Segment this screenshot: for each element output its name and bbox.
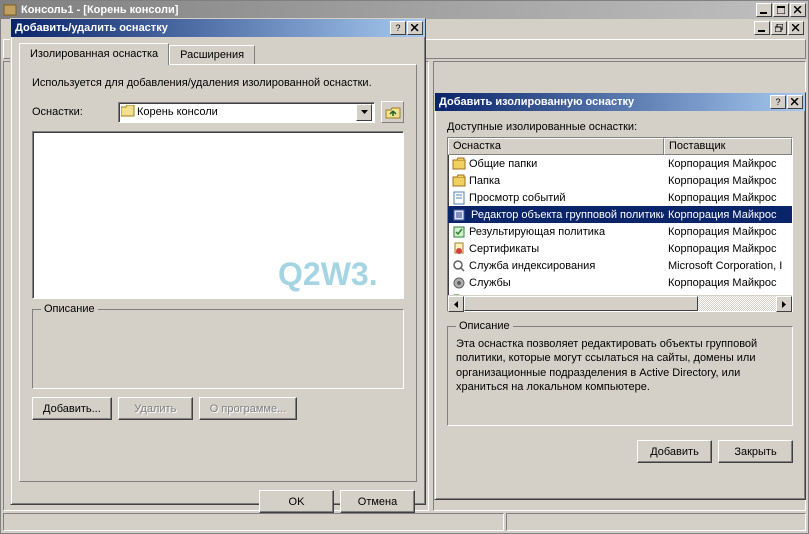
snapins-label: Оснастки: — [32, 106, 112, 118]
available-label: Доступные изолированные оснастки: — [447, 121, 793, 133]
list-item-name: Редактор объекта групповой политики — [469, 208, 664, 222]
list-item-vendor: Корпорация Майкрос — [664, 243, 792, 255]
horizontal-scrollbar[interactable] — [448, 295, 792, 311]
list-item[interactable]: Сертификаты Корпорация Майкрос — [448, 240, 792, 257]
index-icon — [452, 259, 466, 273]
eventlog-icon — [452, 191, 466, 205]
list-item[interactable]: Службы компонентов Microsoft Corporation — [448, 291, 792, 295]
list-item[interactable]: Папка Корпорация Майкрос — [448, 172, 792, 189]
add-button[interactable]: Добавить... — [32, 397, 112, 420]
cert-icon — [452, 242, 466, 256]
list-item-name: Общие папки — [469, 158, 537, 170]
list-item-name: Сертификаты — [469, 243, 539, 255]
list-item-name: Служба индексирования — [469, 260, 595, 272]
list-item-vendor: Microsoft Corporation, I — [664, 260, 792, 272]
remove-button: Удалить — [118, 397, 193, 420]
list-item-vendor: Корпорация Майкрос — [664, 192, 792, 204]
list-item-name: Результирующая политика — [469, 226, 605, 238]
comp-icon — [452, 293, 466, 296]
dialog2-title: Добавить изолированную оснастку — [437, 96, 770, 108]
mdi-close-button[interactable] — [788, 21, 804, 35]
about-button: О программе... — [199, 397, 297, 420]
column-snapin[interactable]: Оснастка — [448, 138, 664, 155]
close-button[interactable] — [790, 3, 806, 17]
list-item-vendor: Корпорация Майкрос — [664, 209, 792, 221]
list-item-vendor: Microsoft Corporation — [664, 294, 792, 296]
description-group-label: Описание — [41, 303, 98, 315]
help-button[interactable]: ? — [390, 21, 406, 35]
close-button[interactable]: Закрыть — [718, 440, 793, 463]
list-item[interactable]: Службы Корпорация Майкрос — [448, 274, 792, 291]
list-item[interactable]: Просмотр событий Корпорация Майкрос — [448, 189, 792, 206]
description-group-label: Описание — [456, 320, 513, 332]
folder-up-button[interactable] — [381, 101, 404, 123]
add-standalone-snapin-dialog: Добавить изолированную оснастку ? Доступ… — [434, 92, 806, 500]
list-item-name: Службы компонентов — [469, 294, 580, 296]
list-item-vendor: Корпорация Майкрос — [664, 175, 792, 187]
dialog2-titlebar[interactable]: Добавить изолированную оснастку ? — [435, 93, 805, 111]
cancel-button[interactable]: Отмена — [340, 490, 415, 513]
services-icon — [452, 276, 466, 290]
ok-button[interactable]: OK — [259, 490, 334, 513]
tab-standalone[interactable]: Изолированная оснастка — [19, 43, 169, 65]
add-remove-snapin-dialog: Добавить/удалить оснастку ? Изолированна… — [10, 18, 426, 505]
close-button[interactable] — [787, 95, 803, 109]
dialog1-titlebar[interactable]: Добавить/удалить оснастку ? — [11, 19, 425, 37]
console-title: Консоль1 - [Корень консоли] — [19, 4, 756, 16]
scroll-right-icon[interactable] — [776, 296, 792, 312]
list-item-vendor: Корпорация Майкрос — [664, 277, 792, 289]
list-item-vendor: Корпорация Майкрос — [664, 158, 792, 170]
folder-icon — [121, 105, 135, 120]
snapin-description: Эта оснастка позволяет редактировать объ… — [456, 337, 784, 394]
help-button[interactable]: ? — [770, 95, 786, 109]
list-item[interactable]: Результирующая политика Корпорация Майкро… — [448, 223, 792, 240]
column-vendor[interactable]: Поставщик — [664, 138, 792, 155]
console-titlebar: Консоль1 - [Корень консоли] — [1, 1, 808, 19]
add-button[interactable]: Добавить — [637, 440, 712, 463]
mdi-minimize-button[interactable] — [754, 21, 770, 35]
tab-extensions[interactable]: Расширения — [169, 45, 255, 64]
added-snapins-list[interactable] — [32, 131, 404, 299]
maximize-button[interactable] — [773, 3, 789, 17]
rsop-icon — [452, 225, 466, 239]
mmc-icon — [3, 3, 17, 17]
folder-shared-icon — [452, 157, 466, 171]
list-item-name: Папка — [469, 175, 500, 187]
folder-icon — [452, 174, 466, 188]
dialog1-title: Добавить/удалить оснастку — [13, 22, 390, 34]
scroll-left-icon[interactable] — [448, 296, 464, 312]
list-item[interactable]: Общие папки Корпорация Майкрос — [448, 155, 792, 172]
list-item-name: Службы — [469, 277, 511, 289]
snapins-combo[interactable]: Корень консоли — [118, 102, 375, 123]
combo-value: Корень консоли — [135, 106, 356, 118]
available-snapins-list[interactable]: Оснастка Поставщик Общие папки Корпорация… — [447, 137, 793, 312]
list-item[interactable]: Служба индексирования Microsoft Corporati… — [448, 257, 792, 274]
list-item[interactable]: Редактор объекта групповой политикиКорпо… — [448, 206, 792, 223]
list-item-vendor: Корпорация Майкрос — [664, 226, 792, 238]
close-button[interactable] — [407, 21, 423, 35]
dialog1-desc: Используется для добавления/удаления изо… — [32, 77, 404, 89]
list-item-name: Просмотр событий — [469, 192, 566, 204]
chevron-down-icon[interactable] — [356, 104, 372, 121]
gpo-icon — [452, 208, 466, 222]
mdi-restore-button[interactable] — [771, 21, 787, 35]
minimize-button[interactable] — [756, 3, 772, 17]
